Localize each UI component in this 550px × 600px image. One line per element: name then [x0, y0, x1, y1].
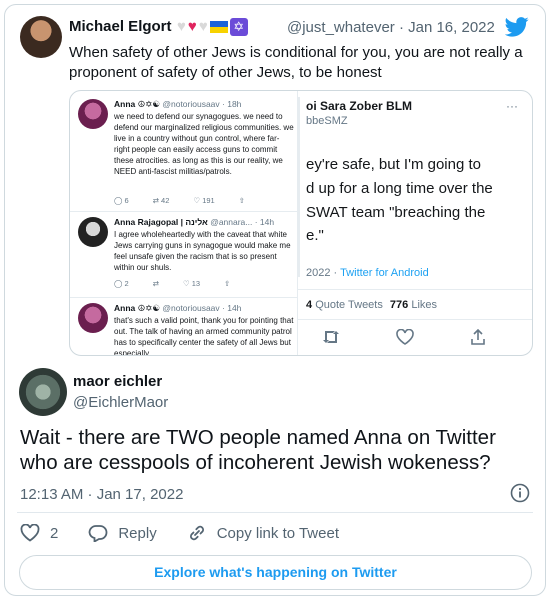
like-label: Likes — [411, 299, 438, 311]
embedded-meta-source: Twitter for Android — [340, 267, 429, 279]
twitter-bird-icon[interactable] — [505, 17, 529, 37]
retweet-count: 42 — [161, 196, 170, 205]
ukraine-flag-icon — [209, 21, 228, 33]
explore-button[interactable]: Explore what's happening on Twitter — [19, 555, 532, 590]
embedded-text-line: SWAT team "breaching the — [306, 204, 486, 221]
embedded-screenshot[interactable]: Anna ☮︎✡︎☯︎ @notoriousaav · 18h we need … — [69, 90, 533, 356]
embedded-author-handle: bbeSMZ — [306, 115, 348, 127]
embedded-tweet-actions: ◯ 2 ⇄ ♡ 13 ⇧ — [114, 279, 230, 288]
embedded-meta: 2022 · Twitter for Android — [306, 267, 429, 279]
embedded-author-name: Anna ☮︎✡︎☯︎ — [114, 99, 160, 109]
quote-label: Quote Tweets — [315, 299, 383, 311]
reply-icon: ◯ 2 — [114, 279, 129, 288]
embedded-text-line: d up for a long time over the — [306, 180, 493, 197]
quote-handle-date[interactable]: @just_whatever · Jan 16, 2022 — [287, 19, 495, 36]
white-heart-icon: ♥ — [198, 18, 208, 35]
like-count: 13 — [191, 279, 201, 288]
embedded-tweet-actions: ◯ 6 ⇄ 42 ♡ 191 ⇧ — [114, 196, 245, 205]
reply-button[interactable]: Reply — [88, 524, 157, 542]
info-icon[interactable] — [510, 483, 530, 503]
author-name[interactable]: maor eichler — [73, 373, 162, 390]
embedded-text-line: ey're safe, but I'm going to — [306, 156, 481, 173]
embedded-tweet-detail: oi Sara Zober BLM bbeSMZ ··· ey're safe,… — [298, 91, 532, 355]
white-heart-icon: ♥ — [177, 18, 186, 35]
tweet-actions: 2 Reply Copy link to Tweet — [20, 524, 369, 542]
like-count: 776 — [389, 299, 409, 311]
embedded-meta-year: 2022 — [306, 267, 331, 279]
like-button[interactable]: 2 — [20, 524, 58, 542]
heart-icon — [20, 524, 40, 542]
like-icon: ♡ 191 — [193, 196, 215, 205]
embedded-tweet-author: Anna ☮︎✡︎☯︎ @notoriousaav · 14h — [114, 303, 241, 314]
quote-tweet-text: When safety of other Jews is conditional… — [69, 44, 523, 81]
embedded-tweet-text: we need to defend our synagogues. we nee… — [114, 112, 294, 176]
reply-icon — [88, 525, 108, 542]
reply-count: 6 — [124, 196, 129, 205]
embedded-tweet-author: Anna ☮︎✡︎☯︎ @notoriousaav · 18h — [114, 99, 241, 110]
reply-icon: ◯ 6 — [114, 196, 129, 205]
avatar — [78, 99, 108, 129]
embedded-tweet-text: I agree wholeheartedly with the caveat t… — [114, 230, 291, 272]
quote-author-emoji: ♥ ♥ ♥ ✡ — [177, 18, 248, 36]
embedded-thread: Anna ☮︎✡︎☯︎ @notoriousaav · 18h we need … — [70, 91, 298, 356]
share-icon: ⇧ — [224, 279, 231, 288]
avatar — [78, 303, 108, 333]
embedded-action-bar — [322, 329, 486, 345]
embedded-counts: 4 Quote Tweets 776 Likes — [306, 299, 437, 311]
share-icon: ⇧ — [238, 196, 245, 205]
copy-link-button[interactable]: Copy link to Tweet — [187, 524, 339, 542]
embedded-tweet-text: that's such a valid point, thank you for… — [114, 316, 294, 356]
retweet-icon: ⇄ — [152, 279, 159, 288]
embedded-tweet: Anna ☮︎✡︎☯︎ @notoriousaav · 14h that's s… — [78, 301, 294, 356]
like-icon: ♡ 13 — [182, 279, 201, 288]
embedded-author-name: Anna ☮︎✡︎☯︎ — [114, 303, 160, 313]
star-of-david-icon: ✡ — [229, 18, 248, 36]
embedded-text-line: e." — [306, 227, 324, 244]
embedded-author-handle: @notoriousaav · 14h — [162, 303, 242, 313]
like-icon — [396, 329, 414, 345]
author-handle[interactable]: @EichlerMaor — [73, 394, 168, 411]
retweet-icon: ⇄ 42 — [152, 196, 170, 205]
tweet-card: Michael Elgort ♥ ♥ ♥ ✡ @just_whatever · … — [4, 4, 546, 596]
quote-author-avatar[interactable] — [20, 16, 62, 58]
embedded-tweet: Anna Rajagopal | אלינה @annara... · 14h … — [78, 215, 293, 293]
embedded-tweet: Anna ☮︎✡︎☯︎ @notoriousaav · 18h we need … — [78, 97, 294, 207]
embedded-author-handle: @annara... · 14h — [210, 217, 275, 227]
tweet-timestamp[interactable]: 12:13 AM · Jan 17, 2022 — [20, 486, 183, 503]
embedded-author-handle: @notoriousaav · 18h — [162, 99, 242, 109]
author-avatar[interactable] — [19, 368, 67, 416]
like-count: 2 — [50, 524, 59, 542]
quoted-tweet[interactable]: Michael Elgort ♥ ♥ ♥ ✡ @just_whatever · … — [5, 5, 545, 365]
embedded-tweet-author: Anna Rajagopal | אלינה @annara... · 14h — [114, 217, 274, 227]
tweet-text: Wait - there are TWO people named Anna o… — [20, 426, 496, 474]
more-options-icon: ··· — [506, 99, 518, 113]
reply-label: Reply — [118, 524, 157, 542]
embedded-author-name: oi Sara Zober BLM — [306, 99, 413, 113]
embedded-author-name: Anna Rajagopal | אלינה — [114, 217, 208, 227]
copy-link-label: Copy link to Tweet — [216, 524, 339, 542]
like-count: 191 — [202, 196, 215, 205]
reply-count: 2 — [124, 279, 129, 288]
link-icon — [189, 525, 204, 541]
retweet-icon — [323, 331, 339, 343]
quote-author-name[interactable]: Michael Elgort — [69, 18, 172, 35]
quote-count: 4 — [306, 299, 313, 311]
share-icon — [471, 329, 485, 345]
red-heart-icon: ♥ — [187, 18, 197, 35]
avatar — [78, 217, 108, 247]
